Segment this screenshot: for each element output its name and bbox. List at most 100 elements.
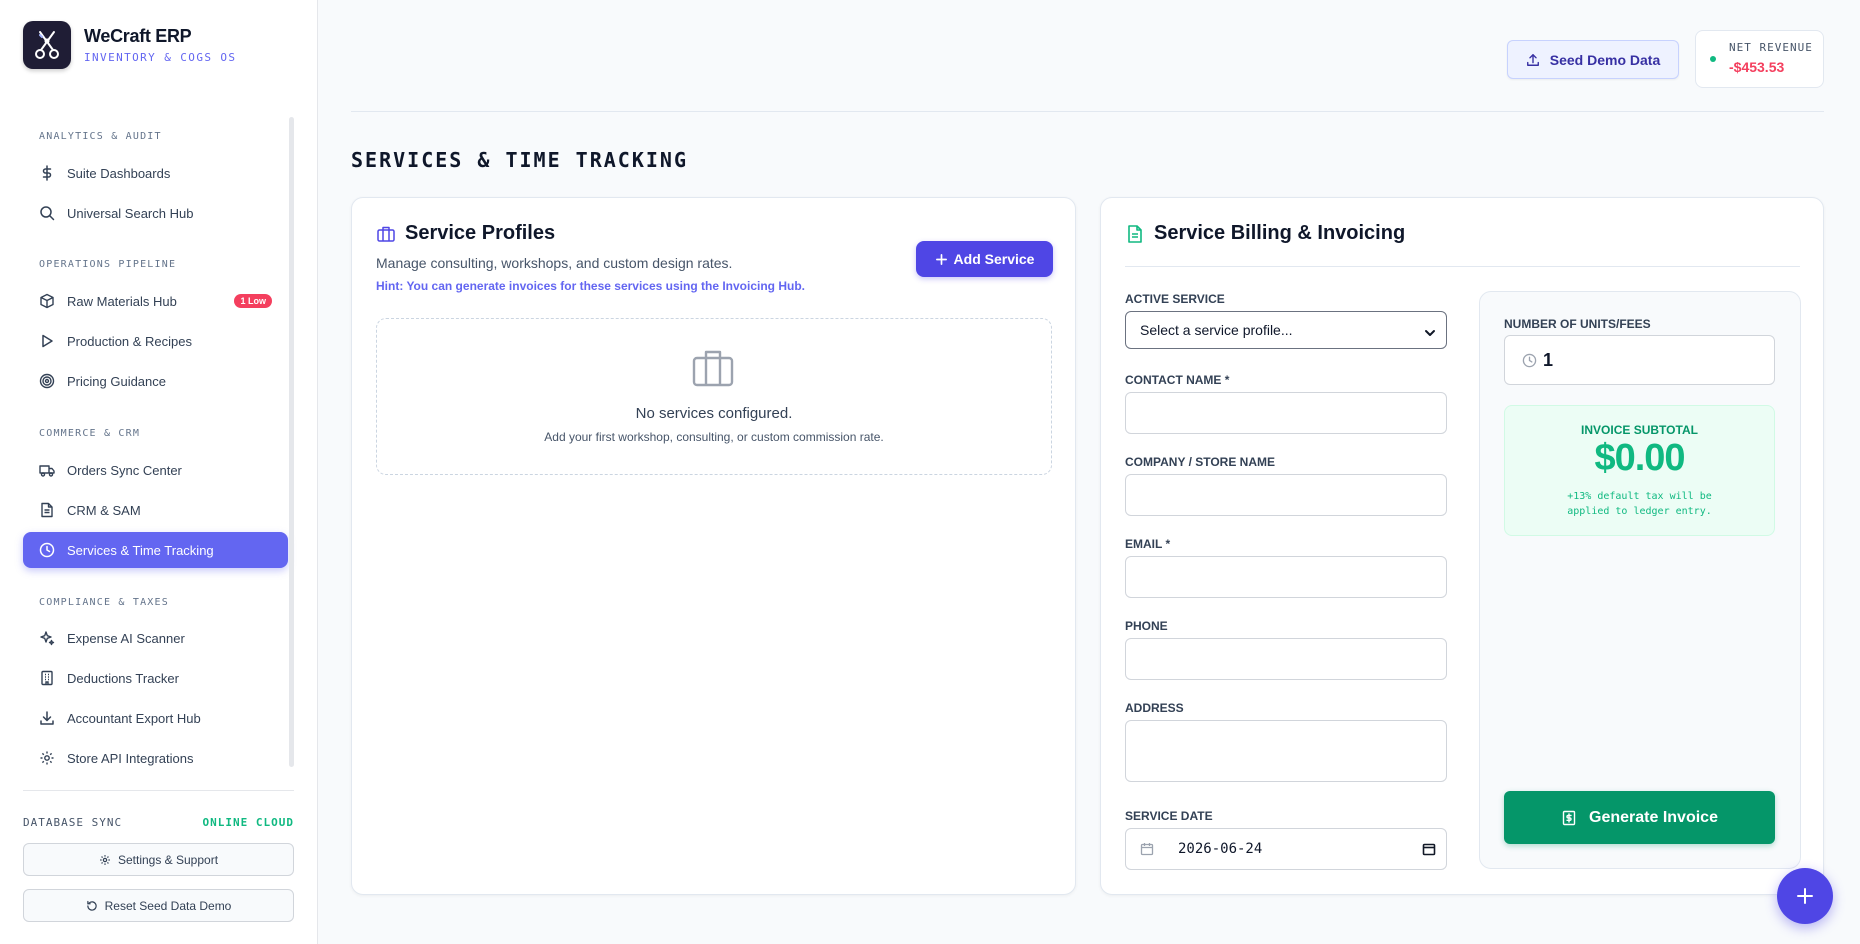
section-label-commerce: COMMERCE & CRM	[39, 428, 141, 439]
db-sync-label: DATABASE SYNC	[23, 816, 123, 829]
reset-seed-data-button[interactable]: Reset Seed Data Demo	[23, 889, 294, 922]
sidebar-item-label: Orders Sync Center	[67, 462, 182, 478]
upload-icon	[1526, 53, 1539, 66]
sidebar-item-label: Services & Time Tracking	[67, 542, 214, 558]
settings-support-label: Settings & Support	[117, 852, 219, 867]
net-revenue-value: -$453.53	[1729, 59, 1785, 75]
contact-name-input[interactable]	[1125, 392, 1447, 434]
sidebar-item-accountant-export[interactable]: Accountant Export Hub	[23, 700, 288, 736]
units-value: 1	[1543, 350, 1554, 370]
service-date-value: 2026-06-24	[1178, 841, 1263, 857]
active-service-label: ACTIVE SERVICE	[1125, 292, 1225, 306]
clock-icon	[39, 542, 55, 558]
gear-icon	[100, 854, 110, 865]
target-icon	[39, 373, 55, 389]
sidebar-item-services-time-tracking[interactable]: Services & Time Tracking	[23, 532, 288, 568]
phone-input[interactable]	[1125, 638, 1447, 680]
units-input[interactable]: 1	[1504, 335, 1775, 385]
play-icon	[42, 334, 53, 348]
search-icon	[40, 206, 55, 221]
sidebar-item-expense-scanner[interactable]: Expense AI Scanner	[23, 620, 288, 656]
invoice-subtotal-value: $0.00	[1594, 437, 1685, 479]
plus-icon	[1797, 888, 1813, 904]
building-icon	[41, 670, 53, 686]
brand-title: WeCraft ERP	[84, 26, 192, 46]
email-label: EMAIL *	[1125, 537, 1171, 551]
net-revenue-card: NET REVENUE -$453.53	[1695, 30, 1824, 88]
calendar-picker-icon[interactable]	[1422, 842, 1436, 856]
clock-icon	[1522, 353, 1537, 368]
cube-icon	[40, 293, 54, 309]
net-revenue-label: NET REVENUE	[1729, 41, 1813, 54]
email-input[interactable]	[1125, 556, 1447, 598]
service-date-label: SERVICE DATE	[1125, 809, 1213, 823]
address-textarea[interactable]	[1125, 720, 1447, 782]
sidebar-item-label: Suite Dashboards	[67, 165, 171, 181]
sparkle-icon	[40, 631, 55, 646]
sidebar-item-label: Store API Integrations	[67, 750, 194, 766]
sidebar-item-orders-sync[interactable]: Orders Sync Center	[23, 452, 288, 488]
floating-add-button[interactable]	[1777, 868, 1833, 924]
truck-icon	[39, 465, 55, 477]
status-dot	[1710, 56, 1716, 62]
sidebar: WeCraft ERP INVENTORY & COGS OS ANALYTIC…	[0, 0, 318, 944]
invoice-subtotal-label: INVOICE SUBTOTAL	[1581, 423, 1698, 437]
brand[interactable]: WeCraft ERP INVENTORY & COGS OS	[23, 21, 236, 69]
brand-subtitle: INVENTORY & COGS OS	[84, 51, 237, 64]
service-billing-title-text: Service Billing & Invoicing	[1154, 222, 1406, 244]
sidebar-item-label: Raw Materials Hub	[67, 293, 177, 309]
section-label-operations: OPERATIONS PIPELINE	[39, 259, 177, 270]
sidebar-item-suite-dashboards[interactable]: Suite Dashboards	[23, 155, 288, 191]
sidebar-scrollbar[interactable]	[289, 117, 294, 767]
reset-seed-label: Reset Seed Data Demo	[104, 898, 232, 913]
sidebar-item-label: Production & Recipes	[67, 333, 193, 349]
active-service-select[interactable]: Select a service profile...	[1125, 311, 1447, 349]
settings-support-button[interactable]: Settings & Support	[23, 843, 294, 876]
service-profiles-title-text: Service Profiles	[405, 222, 556, 244]
download-icon	[40, 711, 54, 725]
section-label-analytics: ANALYTICS & AUDIT	[39, 131, 162, 142]
company-name-input[interactable]	[1125, 474, 1447, 516]
add-service-button[interactable]: Add Service	[916, 241, 1053, 277]
calendar-icon	[1140, 843, 1154, 856]
refresh-icon	[86, 900, 97, 911]
document-icon	[1128, 224, 1142, 243]
tax-note: +13% default tax will be applied to ledg…	[1505, 489, 1774, 519]
gear-icon	[40, 751, 54, 765]
units-label: NUMBER OF UNITS/FEES	[1504, 317, 1651, 331]
sidebar-item-pricing[interactable]: Pricing Guidance	[23, 363, 288, 399]
plus-icon	[935, 253, 947, 265]
sidebar-item-universal-search[interactable]: Universal Search Hub	[23, 195, 288, 231]
service-billing-panel: Service Billing & Invoicing ACTIVE SERVI…	[1100, 197, 1824, 895]
sidebar-item-label: Universal Search Hub	[67, 205, 194, 221]
invoice-subtotal-card: INVOICE SUBTOTAL $0.00 +13% default tax …	[1504, 405, 1775, 536]
sidebar-item-deductions[interactable]: Deductions Tracker	[23, 660, 288, 696]
contact-name-label: CONTACT NAME *	[1125, 373, 1230, 387]
empty-state: No services configured. Add your first w…	[376, 318, 1052, 475]
header-divider	[351, 111, 1824, 112]
low-stock-badge: 1 Low	[234, 294, 272, 308]
active-service-value: Select a service profile...	[1140, 322, 1293, 338]
sidebar-item-label: Pricing Guidance	[67, 373, 166, 389]
sidebar-item-production[interactable]: Production & Recipes	[23, 323, 288, 359]
sidebar-item-raw-materials[interactable]: Raw Materials Hub 1 Low	[23, 283, 288, 319]
generate-invoice-label: Generate Invoice	[1589, 808, 1718, 826]
database-sync-status: DATABASE SYNC ONLINE CLOUD	[23, 816, 294, 829]
service-profiles-title: Service Profiles	[376, 222, 555, 245]
briefcase-icon	[692, 350, 734, 387]
seed-demo-data-button[interactable]: Seed Demo Data	[1507, 40, 1679, 79]
scissors-logo-icon	[23, 21, 71, 69]
chevron-down-icon	[1425, 330, 1435, 336]
divider	[1125, 266, 1800, 267]
sidebar-nav: ANALYTICS & AUDIT Suite Dashboards Unive…	[23, 117, 288, 767]
sidebar-item-label: CRM & SAM	[67, 502, 141, 518]
phone-label: PHONE	[1125, 619, 1168, 633]
sidebar-item-crm-sam[interactable]: CRM & SAM	[23, 492, 288, 528]
sidebar-item-store-api[interactable]: Store API Integrations	[23, 740, 288, 776]
company-name-label: COMPANY / STORE NAME	[1125, 455, 1276, 469]
service-profiles-panel: Service Profiles Manage consulting, work…	[351, 197, 1076, 895]
sidebar-item-label: Expense AI Scanner	[67, 630, 185, 646]
service-date-input[interactable]: 2026-06-24	[1125, 828, 1447, 870]
generate-invoice-button[interactable]: Generate Invoice	[1504, 791, 1775, 844]
empty-state-subtitle: Add your first workshop, consulting, or …	[544, 430, 884, 444]
